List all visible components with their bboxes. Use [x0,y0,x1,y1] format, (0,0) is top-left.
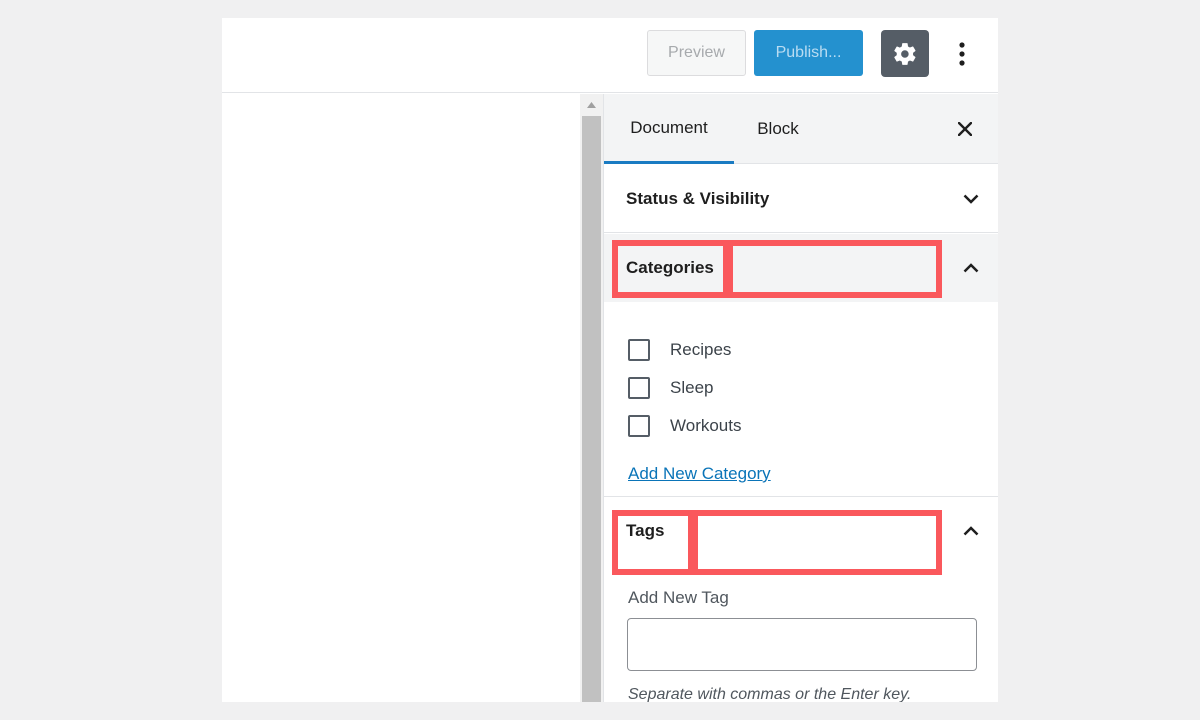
highlight-box [612,240,729,298]
category-item-sleep[interactable]: Sleep [628,369,742,407]
settings-sidebar: Document Block Status & Visibility Categ… [603,94,998,702]
close-sidebar-button[interactable] [950,114,980,144]
top-toolbar: Preview Publish... [222,18,998,93]
category-item-workouts[interactable]: Workouts [628,407,742,445]
category-list: Recipes Sleep Workouts [628,331,742,445]
settings-button[interactable] [881,30,929,77]
category-checkbox[interactable] [628,377,650,399]
category-label: Recipes [670,340,732,359]
close-icon [958,122,972,136]
scroll-thumb[interactable] [582,116,601,702]
category-item-recipes[interactable]: Recipes [628,331,742,369]
editor-canvas[interactable] [222,94,580,702]
tab-block[interactable]: Block [734,94,822,164]
add-new-tag-label: Add New Tag [628,588,729,607]
scroll-up-arrow-icon[interactable] [580,98,603,112]
panel-title: Status & Visibility [626,188,770,208]
highlight-box [612,510,694,575]
more-options-button[interactable] [944,30,980,77]
publish-button[interactable]: Publish... [754,30,863,76]
add-new-category-link[interactable]: Add New Category [628,464,771,484]
category-checkbox[interactable] [628,415,650,437]
tag-help-text: Separate with commas or the Enter key. [628,686,912,702]
category-label: Workouts [670,416,742,435]
status-visibility-panel-toggle[interactable]: Status & Visibility [604,165,998,233]
highlight-box [692,510,942,575]
sidebar-tabs: Document Block [604,94,998,164]
chevron-up-icon [959,519,983,543]
vertical-ellipsis-icon [959,41,965,66]
chevron-down-icon [959,187,983,211]
chevron-up-icon [959,256,983,280]
highlight-box [727,240,942,298]
tab-document[interactable]: Document [604,94,734,164]
preview-button[interactable]: Preview [647,30,746,76]
category-checkbox[interactable] [628,339,650,361]
gear-icon [894,42,916,65]
category-label: Sleep [670,378,714,397]
scrollbar[interactable] [580,94,603,702]
tag-input[interactable] [627,618,977,671]
editor-window: Preview Publish... Document Block Status… [222,18,998,702]
